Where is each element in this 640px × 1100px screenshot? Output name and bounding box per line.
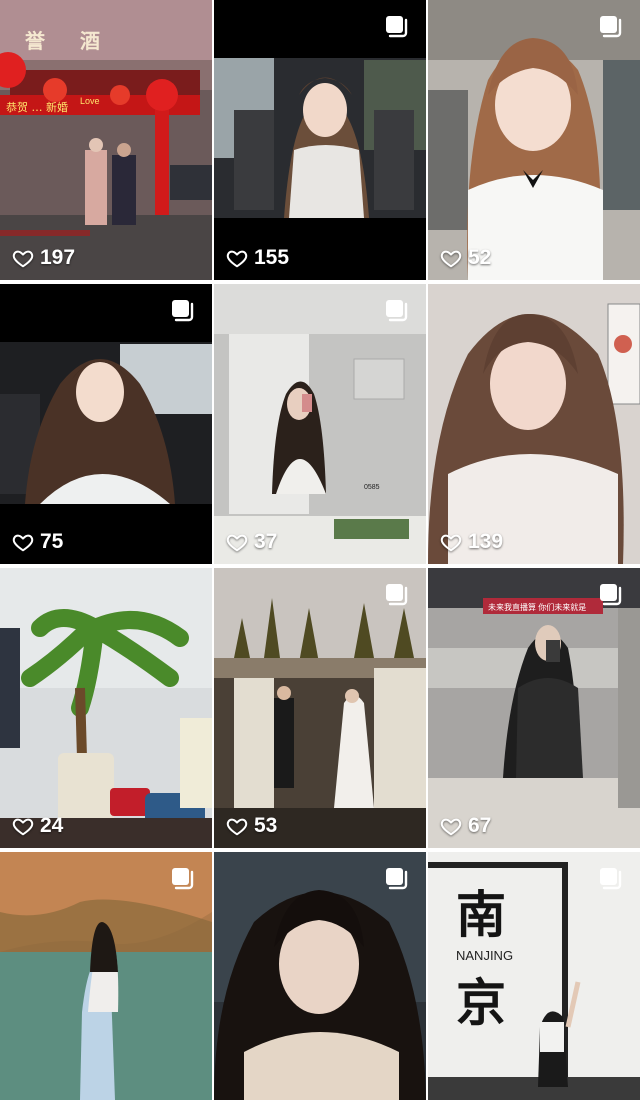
post-thumbnail	[214, 568, 426, 848]
heart-outline-icon	[440, 815, 462, 837]
like-count-value: 37	[254, 530, 278, 553]
like-count-value: 52	[468, 246, 492, 269]
sign-text: Love	[80, 96, 100, 106]
post-thumbnail: 未来我直播算 你们未来就是	[428, 568, 640, 848]
sign-text: NANJING	[456, 948, 513, 963]
sign-text: 酒	[80, 29, 100, 53]
like-count-value: 197	[40, 246, 76, 269]
heart-outline-icon	[226, 531, 248, 553]
sign-text: 南	[456, 885, 506, 944]
like-count-value: 67	[468, 814, 492, 837]
like-count-value: 53	[254, 814, 278, 837]
heart-outline-icon	[226, 247, 248, 269]
post-tile[interactable]	[214, 852, 426, 1100]
post-thumbnail	[0, 568, 212, 848]
sign-text: 誉	[24, 29, 46, 53]
post-tile[interactable]: 未来我直播算 你们未来就是 67	[428, 568, 640, 848]
like-count-value: 75	[40, 530, 64, 553]
like-count: 52	[440, 246, 491, 270]
post-tile[interactable]	[0, 852, 212, 1100]
like-count-value: 24	[40, 814, 64, 837]
multiple-photos-icon	[170, 298, 196, 324]
heart-outline-icon	[12, 531, 34, 553]
post-tile[interactable]: 53	[214, 568, 426, 848]
multiple-photos-icon	[598, 866, 624, 892]
like-count: 37	[226, 530, 277, 554]
sign-text: 未来我直播算 你们未来就是	[488, 602, 586, 612]
like-count: 155	[226, 246, 289, 270]
heart-outline-icon	[12, 247, 34, 269]
post-thumbnail	[428, 284, 640, 564]
multiple-photos-icon	[384, 582, 410, 608]
multiple-photos-icon	[170, 866, 196, 892]
post-tile[interactable]: 155	[214, 0, 426, 280]
sign-text: 0585	[364, 484, 380, 491]
heart-outline-icon	[440, 247, 462, 269]
multiple-photos-icon	[598, 582, 624, 608]
post-thumbnail	[214, 0, 426, 280]
post-grid: 誉 酒 Love 恭贺 … 新婚 197 155 52 75 0585 37 1…	[0, 0, 640, 1100]
post-thumbnail: 0585	[214, 284, 426, 564]
post-tile[interactable]: 139	[428, 284, 640, 564]
heart-outline-icon	[226, 815, 248, 837]
like-count: 139	[440, 530, 503, 554]
like-count: 197	[12, 246, 75, 270]
post-thumbnail	[0, 284, 212, 564]
post-thumbnail: 誉 酒 Love 恭贺 … 新婚	[0, 0, 212, 280]
post-tile[interactable]: 誉 酒 Love 恭贺 … 新婚 197	[0, 0, 212, 280]
post-tile[interactable]: 0585 37	[214, 284, 426, 564]
heart-outline-icon	[440, 531, 462, 553]
multiple-photos-icon	[598, 14, 624, 40]
multiple-photos-icon	[384, 14, 410, 40]
sign-text: 京	[456, 973, 506, 1032]
multiple-photos-icon	[384, 298, 410, 324]
multiple-photos-icon	[384, 866, 410, 892]
post-tile[interactable]: 52	[428, 0, 640, 280]
post-tile[interactable]: 75	[0, 284, 212, 564]
post-thumbnail	[428, 0, 640, 280]
post-tile[interactable]: 24	[0, 568, 212, 848]
sign-text: 恭贺 … 新婚	[6, 100, 68, 114]
like-count: 24	[12, 814, 63, 838]
post-tile[interactable]: 南 NANJING 京	[428, 852, 640, 1100]
like-count: 53	[226, 814, 277, 838]
like-count-value: 155	[254, 246, 290, 269]
like-count: 67	[440, 814, 491, 838]
like-count: 75	[12, 530, 63, 554]
like-count-value: 139	[468, 530, 504, 553]
heart-outline-icon	[12, 815, 34, 837]
